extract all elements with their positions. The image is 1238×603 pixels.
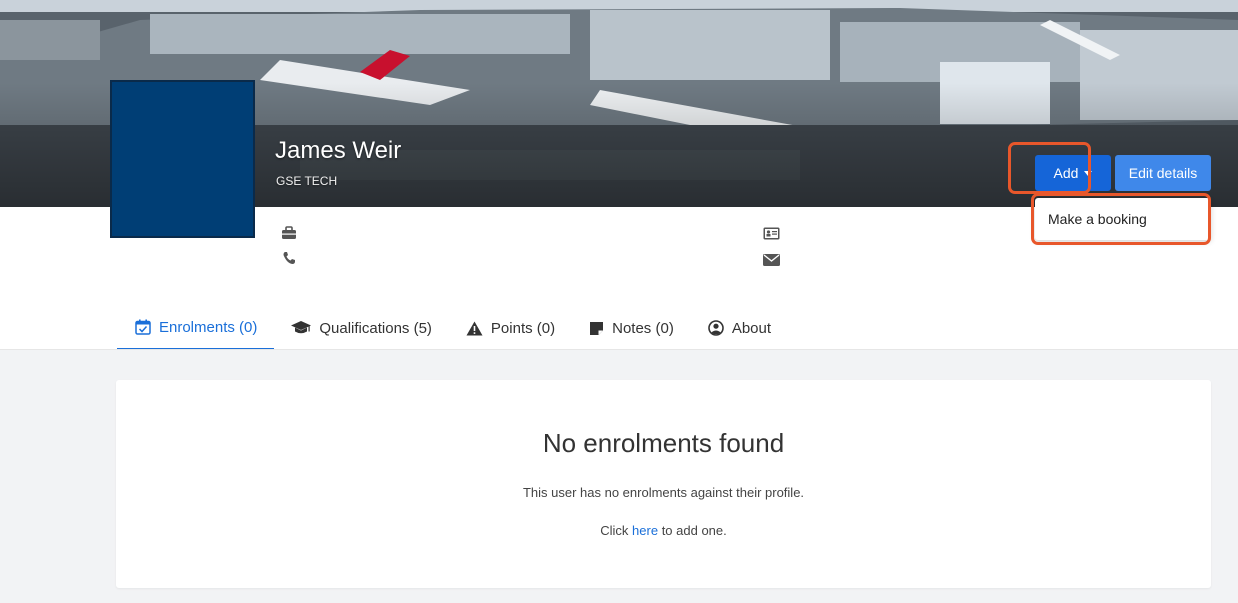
calendar-check-icon xyxy=(135,319,151,335)
profile-tabs: Enrolments (0) Qualifications (5) Points… xyxy=(117,306,788,351)
tab-enrolments[interactable]: Enrolments (0) xyxy=(117,306,275,350)
add-button-highlight xyxy=(1008,142,1091,194)
tab-about-label: About xyxy=(731,319,772,337)
avatar xyxy=(110,80,255,238)
empty-state-action: Click here to add one. xyxy=(116,523,1211,538)
envelope-icon xyxy=(763,253,780,271)
dropdown-highlight xyxy=(1031,193,1211,245)
profile-name: James Weir xyxy=(275,137,402,164)
tab-qualifications[interactable]: Qualifications (5) xyxy=(274,306,449,350)
briefcase-icon xyxy=(281,226,297,245)
graduation-cap-icon xyxy=(291,321,312,334)
user-circle-icon xyxy=(708,320,724,336)
warning-icon xyxy=(466,321,483,335)
empty-state-message: This user has no enrolments against thei… xyxy=(522,485,805,500)
tab-about[interactable]: About xyxy=(691,306,788,350)
profile-role: GSE TECH xyxy=(276,174,338,188)
note-icon xyxy=(590,321,604,335)
phone-icon xyxy=(282,251,296,270)
empty-state-title: No enrolments found xyxy=(542,428,785,458)
add-enrolment-link[interactable]: here xyxy=(632,523,658,538)
tab-notes[interactable]: Notes (0) xyxy=(572,306,691,350)
tab-points[interactable]: Points (0) xyxy=(449,306,572,350)
empty-state-card: No enrolments found This user has no enr… xyxy=(116,380,1211,588)
tab-notes-label: Notes (0) xyxy=(612,319,674,337)
edit-details-button[interactable]: Edit details xyxy=(1115,155,1211,191)
click-suffix: to add one. xyxy=(661,523,727,538)
id-card-icon xyxy=(763,227,780,245)
tab-qualifications-label: Qualifications (5) xyxy=(319,319,432,337)
click-prefix: Click xyxy=(600,523,629,538)
tab-points-label: Points (0) xyxy=(490,319,556,337)
tab-enrolments-label: Enrolments (0) xyxy=(159,318,258,336)
